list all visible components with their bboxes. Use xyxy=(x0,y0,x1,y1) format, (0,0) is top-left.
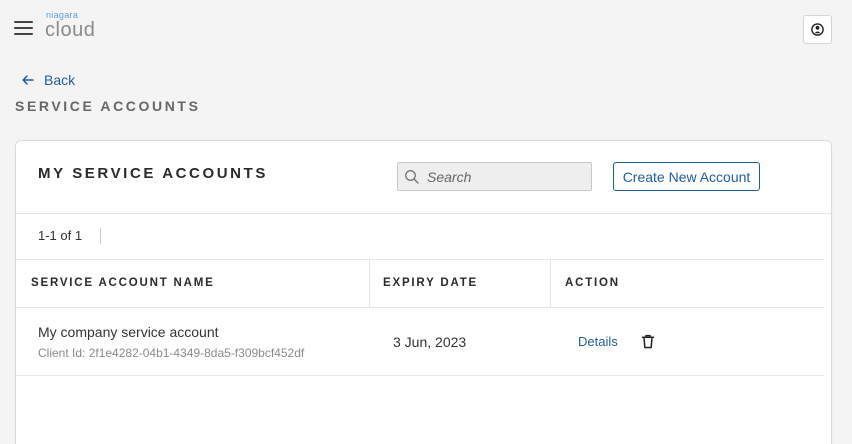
delete-button[interactable] xyxy=(641,334,655,354)
pagination-info: 1-1 of 1 xyxy=(38,228,83,243)
card-title: MY SERVICE ACCOUNTS xyxy=(38,165,268,182)
trash-icon xyxy=(641,334,655,349)
create-new-account-button[interactable]: Create New Account xyxy=(613,162,760,191)
user-menu-button[interactable] xyxy=(803,15,832,44)
column-header-expiry[interactable]: EXPIRY DATE xyxy=(383,277,478,289)
logo-main-text: cloud xyxy=(45,19,96,41)
service-accounts-card: MY SERVICE ACCOUNTS Create New Account 1… xyxy=(15,140,832,444)
search-input[interactable] xyxy=(398,163,591,190)
expiry-date: 3 Jun, 2023 xyxy=(393,334,467,350)
back-link-label: Back xyxy=(44,72,76,88)
search-icon xyxy=(405,170,419,184)
pagination-separator xyxy=(100,228,101,244)
page-title: SERVICE ACCOUNTS xyxy=(15,98,201,114)
service-account-name: My company service account xyxy=(38,324,219,340)
niagara-cloud-logo[interactable]: niagara cloud xyxy=(45,10,95,40)
arrow-left-icon xyxy=(22,75,34,85)
column-header-name[interactable]: SERVICE ACCOUNT NAME xyxy=(31,277,215,289)
column-separator xyxy=(369,259,370,307)
search-box[interactable] xyxy=(397,162,592,191)
top-bar: niagara cloud xyxy=(0,0,852,60)
back-link[interactable]: Back xyxy=(22,72,75,88)
table-header-divider xyxy=(16,307,824,308)
user-icon xyxy=(811,23,824,36)
header-divider xyxy=(16,213,831,214)
column-separator xyxy=(550,259,551,307)
details-link[interactable]: Details xyxy=(578,334,618,349)
table-row-divider xyxy=(16,375,824,376)
client-id: Client Id: 2f1e4282-04b1-4349-8da5-f309b… xyxy=(38,346,305,360)
hamburger-menu-icon[interactable] xyxy=(14,20,34,36)
column-header-action: ACTION xyxy=(565,277,620,289)
table-top-divider xyxy=(16,259,824,260)
